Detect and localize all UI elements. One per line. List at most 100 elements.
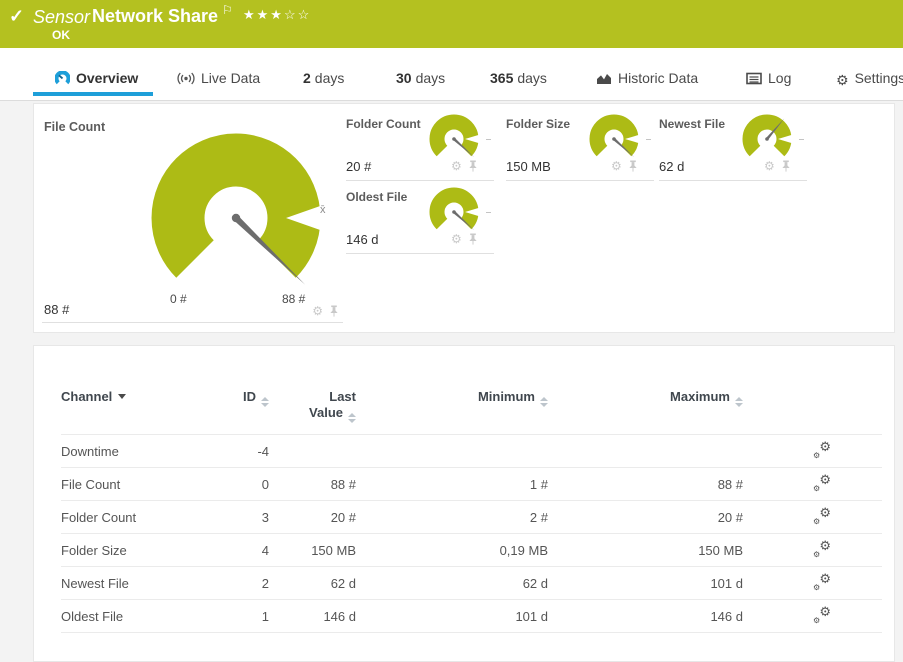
channel-table: Channel ID LastValue Minimum Maximum Dow… xyxy=(34,384,894,633)
channel-maximum: 101 d xyxy=(548,576,743,591)
sensor-status-header: ✓ Sensor Network Share ⚐ ★★★☆☆ OK xyxy=(0,0,903,48)
channel-minimum: 1 # xyxy=(356,477,548,492)
mean-tick xyxy=(486,139,491,140)
file-count-gauge-chart xyxy=(136,126,336,296)
gauge-tile-file-count: File Count x̄ 0 # 88 # 88 # ⚙ xyxy=(42,112,343,323)
object-kind-label: Sensor xyxy=(33,7,90,28)
gauge-settings-gear-icon[interactable]: ⚙ xyxy=(312,305,323,317)
channel-last-value: 62 d xyxy=(269,576,356,591)
tab-overview[interactable]: Overview xyxy=(55,70,138,94)
active-tab-underline xyxy=(33,92,153,96)
gauges-panel: File Count x̄ 0 # 88 # 88 # ⚙ Folder Cou… xyxy=(33,103,895,333)
channel-name: Downtime xyxy=(61,444,211,459)
table-row: Newest File 2 62 d 62 d 101 d ⚙⚙ xyxy=(61,566,882,599)
flag-icon[interactable]: ⚐ xyxy=(222,3,233,17)
sensor-status-badge: OK xyxy=(52,28,70,42)
channel-last-value: 146 d xyxy=(269,609,356,624)
channel-minimum: 101 d xyxy=(356,609,548,624)
column-header-maximum[interactable]: Maximum xyxy=(548,389,743,407)
log-list-icon xyxy=(746,72,762,88)
gauge-value: 150 MB xyxy=(506,159,551,174)
channel-table-panel: Channel ID LastValue Minimum Maximum Dow… xyxy=(33,345,895,662)
channel-settings-icon[interactable]: ⚙⚙ xyxy=(813,508,831,524)
channel-minimum: 62 d xyxy=(356,576,548,591)
pin-icon[interactable] xyxy=(468,160,478,172)
tab-historic-data[interactable]: Historic Data xyxy=(596,70,698,94)
gauge-title: Oldest File xyxy=(346,190,407,204)
gauge-tile-folder-count: Folder Count 20 # ⚙ xyxy=(346,113,494,181)
gear-icon: ⚙ xyxy=(836,73,849,89)
channel-last-value: 88 # xyxy=(269,477,356,492)
gauge-scale-min: 0 # xyxy=(170,292,187,306)
priority-star-rating[interactable]: ★★★☆☆ xyxy=(243,7,311,23)
gauge-value: 62 d xyxy=(659,159,684,174)
tab-log[interactable]: Log xyxy=(746,70,791,94)
tab-30-days[interactable]: 30days xyxy=(396,70,445,94)
channel-id: 4 xyxy=(211,543,269,558)
channel-maximum: 150 MB xyxy=(548,543,743,558)
channel-settings-icon[interactable]: ⚙⚙ xyxy=(813,607,831,623)
channel-name: Folder Size xyxy=(61,543,211,558)
mean-tick xyxy=(799,139,804,140)
gauge-title: Folder Count xyxy=(346,117,421,131)
tab-bar: Overview Live Data 2days 30days 365days … xyxy=(0,48,903,101)
channel-name: Oldest File xyxy=(61,609,211,624)
gauge-value: 20 # xyxy=(346,159,371,174)
column-header-channel[interactable]: Channel xyxy=(61,389,211,404)
stars-filled: ★★★ xyxy=(243,7,284,22)
pin-icon[interactable] xyxy=(781,160,791,172)
channel-id: 3 xyxy=(211,510,269,525)
sort-desc-icon xyxy=(118,394,126,399)
channel-settings-icon[interactable]: ⚙⚙ xyxy=(813,541,831,557)
table-row: Folder Size 4 150 MB 0,19 MB 150 MB ⚙⚙ xyxy=(61,533,882,566)
gauge-settings-gear-icon[interactable]: ⚙ xyxy=(451,233,462,245)
channel-settings-icon[interactable]: ⚙⚙ xyxy=(813,442,831,458)
gauge-title: Newest File xyxy=(659,117,725,131)
sort-icon xyxy=(348,413,356,423)
channel-settings-icon[interactable]: ⚙⚙ xyxy=(813,475,831,491)
column-header-id[interactable]: ID xyxy=(211,389,269,407)
pin-icon[interactable] xyxy=(329,305,339,317)
table-row: File Count 0 88 # 1 # 88 # ⚙⚙ xyxy=(61,467,882,500)
table-row: Folder Count 3 20 # 2 # 20 # ⚙⚙ xyxy=(61,500,882,533)
broadcast-icon xyxy=(177,72,195,88)
gauge-settings-gear-icon[interactable]: ⚙ xyxy=(451,160,462,172)
channel-minimum: 0,19 MB xyxy=(356,543,548,558)
table-row: Downtime -4 ⚙⚙ xyxy=(61,434,882,467)
channel-last-value: 150 MB xyxy=(269,543,356,558)
sensor-name: Network Share xyxy=(92,6,218,27)
channel-name: Newest File xyxy=(61,576,211,591)
prtg-sensor-page: ✓ Sensor Network Share ⚐ ★★★☆☆ OK Overvi… xyxy=(0,0,903,662)
channel-id: 0 xyxy=(211,477,269,492)
sort-icon xyxy=(540,397,548,407)
tab-live-data[interactable]: Live Data xyxy=(177,70,260,94)
channel-maximum: 20 # xyxy=(548,510,743,525)
tab-2-days[interactable]: 2days xyxy=(303,70,344,94)
channel-table-header: Channel ID LastValue Minimum Maximum xyxy=(61,384,882,434)
gauge-title: Folder Size xyxy=(506,117,570,131)
gauge-icon xyxy=(55,71,70,88)
channel-id: -4 xyxy=(211,444,269,459)
mean-marker: x̄ xyxy=(320,204,326,216)
gauge-tile-oldest-file: Oldest File 146 d ⚙ xyxy=(346,186,494,254)
column-header-last-value[interactable]: LastValue xyxy=(269,389,356,423)
tab-365-days[interactable]: 365days xyxy=(490,70,547,94)
channel-id: 2 xyxy=(211,576,269,591)
channel-name: File Count xyxy=(61,477,211,492)
channel-last-value: 20 # xyxy=(269,510,356,525)
table-bottom-divider xyxy=(61,632,882,633)
gauge-settings-gear-icon[interactable]: ⚙ xyxy=(764,160,775,172)
check-icon: ✓ xyxy=(9,6,24,27)
pin-icon[interactable] xyxy=(628,160,638,172)
sort-icon xyxy=(261,397,269,407)
column-header-minimum[interactable]: Minimum xyxy=(356,389,548,407)
table-row: Oldest File 1 146 d 101 d 146 d ⚙⚙ xyxy=(61,599,882,632)
pin-icon[interactable] xyxy=(468,233,478,245)
channel-settings-icon[interactable]: ⚙⚙ xyxy=(813,574,831,590)
gauge-value: 146 d xyxy=(346,232,379,247)
channel-minimum: 2 # xyxy=(356,510,548,525)
tab-settings[interactable]: ⚙Settings xyxy=(836,70,903,94)
area-chart-icon xyxy=(596,72,612,88)
channel-id: 1 xyxy=(211,609,269,624)
gauge-settings-gear-icon[interactable]: ⚙ xyxy=(611,160,622,172)
